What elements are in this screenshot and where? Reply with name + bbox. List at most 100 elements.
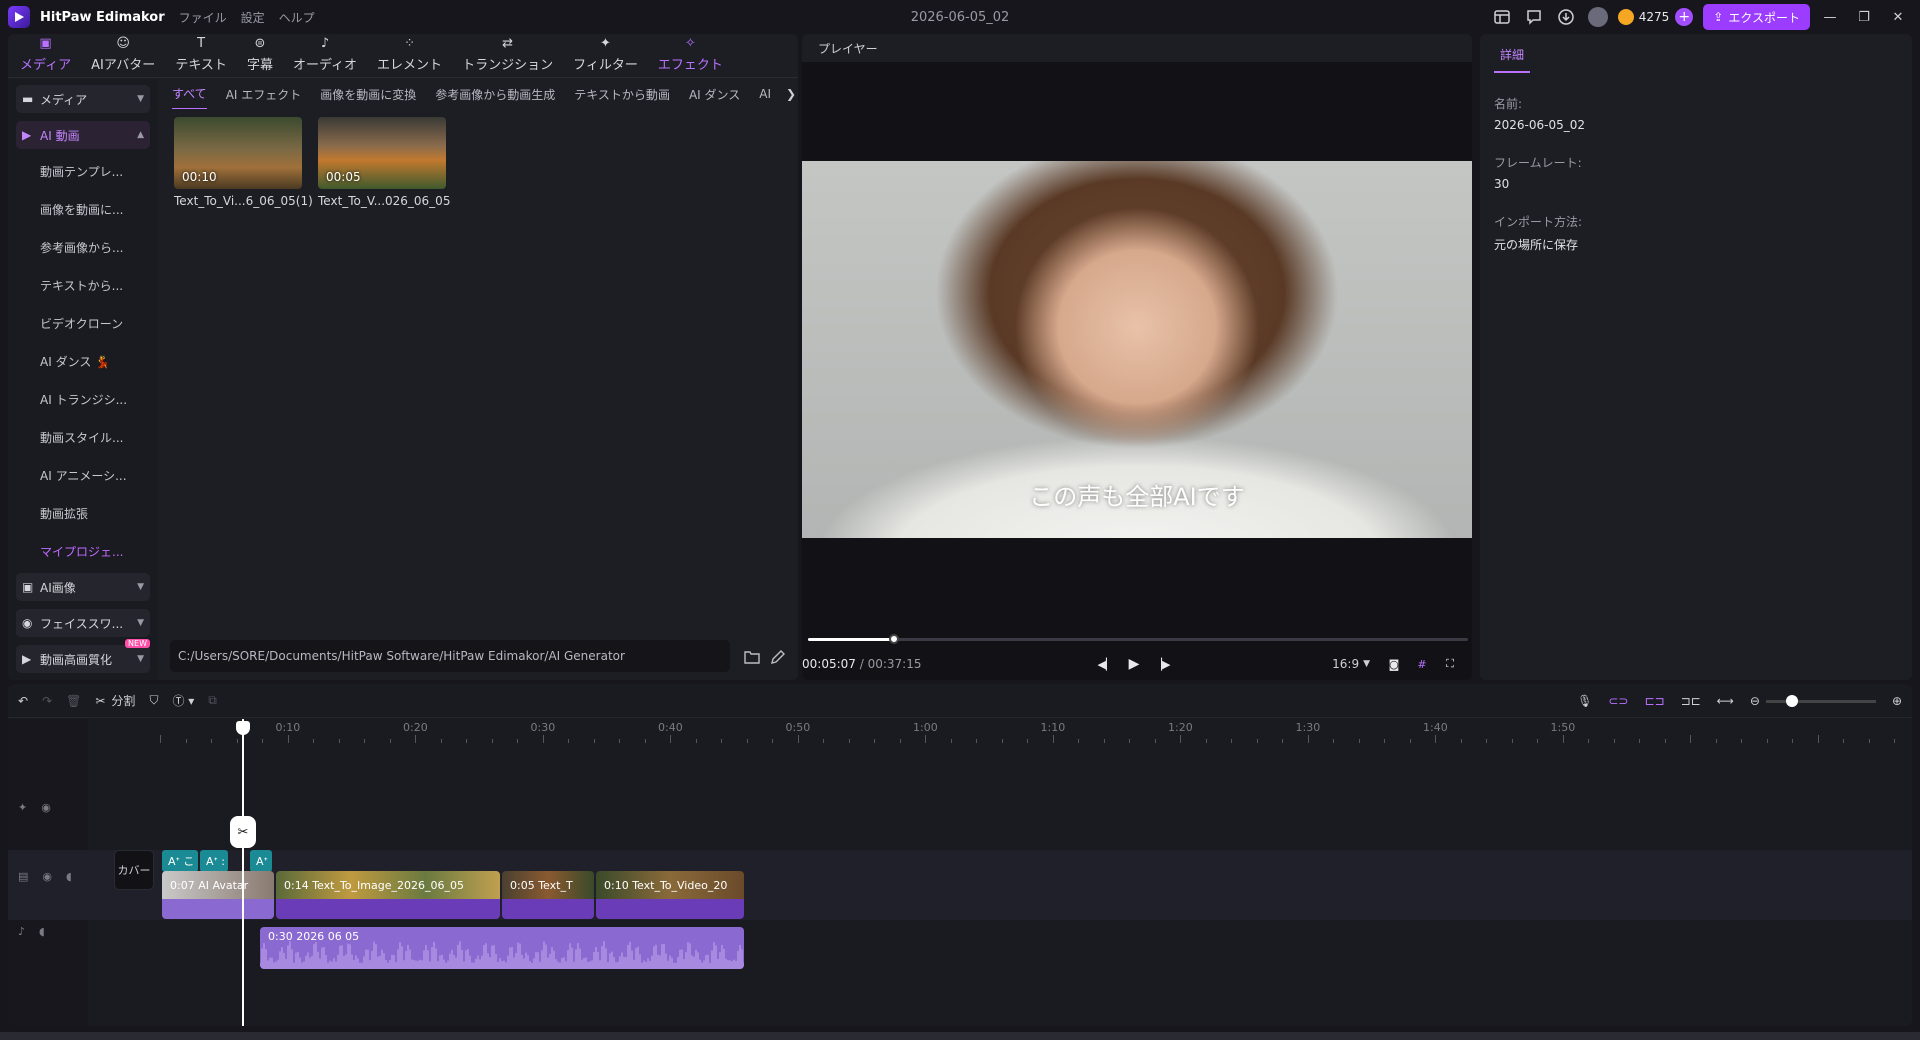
chevron-right-icon[interactable]: ❯ [786, 87, 796, 101]
download-icon[interactable] [1555, 6, 1577, 28]
menu-settings[interactable]: 設定 [241, 9, 265, 26]
tab-details[interactable]: 詳細 [1494, 46, 1531, 73]
playback-progress[interactable] [808, 634, 1468, 644]
magnet-icon[interactable]: ⊏⊐ [1644, 690, 1664, 712]
user-avatar[interactable] [1587, 6, 1609, 28]
zoom-knob[interactable] [1785, 694, 1798, 707]
filter-tab[interactable]: すべて [172, 79, 207, 109]
media-thumbnail[interactable]: 00:10 Text_To_Vi...6_06_05(1) [174, 117, 313, 208]
ai-image-icon: ▣ [22, 580, 34, 594]
close-icon[interactable]: ✕ [1884, 4, 1912, 30]
sidebar-item[interactable]: AI アニメーシ... [16, 457, 150, 495]
tab-element[interactable]: ⁘ エレメント [371, 34, 448, 77]
ruler-tick [542, 735, 544, 743]
aspect-ratio-select[interactable]: 16:9 [1332, 657, 1359, 671]
edit-icon[interactable] [768, 647, 788, 667]
tab-filter[interactable]: ✦ フィルター [567, 34, 644, 77]
zoom-slider[interactable] [1765, 694, 1876, 707]
output-path-field[interactable]: C:/Users/SORE/Documents/HitPaw Software/… [170, 640, 730, 672]
timeline-clip-video[interactable]: 0:05 Text_T [502, 871, 594, 919]
timeline-audio-clip[interactable]: 0:30 2026 06 05 [260, 927, 744, 969]
new-badge: NEW [125, 639, 150, 648]
cover-button[interactable]: カバー [114, 850, 154, 890]
video-preview[interactable]: この声も全部AIです [802, 161, 1472, 538]
sidebar-ai-video[interactable]: ▶ AI 動画 ▲ [16, 121, 150, 149]
previous-frame-icon[interactable]: ◀▏ [1096, 654, 1116, 674]
sidebar-item[interactable]: AI ダンス 💃 [16, 343, 150, 381]
playhead-line[interactable] [242, 719, 244, 1026]
eye-icon[interactable]: ◉ [41, 801, 51, 814]
filter-tab[interactable]: AI ダンス [689, 80, 740, 109]
filter-tab[interactable]: 画像を動画に変換 [320, 80, 416, 109]
ripple-icon[interactable]: ⊐⊏ [1681, 690, 1701, 712]
undo-icon[interactable]: ↶ [18, 690, 28, 712]
next-frame-icon[interactable]: ▕▶ [1152, 654, 1172, 674]
sidebar-item[interactable]: AI トランジシ... [16, 381, 150, 419]
microphone-icon[interactable]: 🎙 [1577, 690, 1592, 712]
sidebar-media[interactable]: ▬ メディア ▼ [16, 85, 150, 113]
tts-chip[interactable]: Aᐩ [250, 850, 272, 872]
tab-transition[interactable]: ⇄ トランジション [456, 34, 559, 77]
filter-tab[interactable]: AI [759, 81, 771, 107]
sidebar-item[interactable]: 動画スタイル... [16, 419, 150, 457]
tts-chip[interactable]: Aᐩ : [200, 850, 228, 872]
grid-icon[interactable]: # [1412, 654, 1432, 674]
play-icon[interactable]: ▶ [1124, 654, 1144, 674]
snapshot-icon[interactable]: ◙ [1384, 654, 1404, 674]
sidebar-item[interactable]: 動画拡張 [16, 495, 150, 533]
text-template-icon[interactable]: Ⓣ ▾ [172, 690, 194, 712]
layout-icon[interactable] [1491, 6, 1513, 28]
sidebar-item[interactable]: 画像を動画に... [16, 191, 150, 229]
filter-tab[interactable]: AI エフェクト [226, 80, 302, 109]
sidebar-enhance[interactable]: ▶ 動画高画質化 NEW ▼ [16, 639, 150, 673]
delete-icon[interactable]: 🗑 [66, 690, 81, 712]
fit-icon[interactable]: ⟷ [1717, 690, 1734, 712]
eye-icon[interactable]: ◉ [42, 870, 52, 883]
add-credits-button[interactable]: + [1675, 8, 1694, 26]
sidebar-item[interactable]: 動画テンプレ... [16, 153, 150, 191]
export-button[interactable]: ⇪ エクスポート [1703, 4, 1810, 30]
sidebar-item[interactable]: 参考画像から... [16, 229, 150, 267]
media-sidebar: ▬ メディア ▼ ▶ AI 動画 ▲ 動画テンプレ... 画像を動画に... 参考画像から.… [8, 79, 158, 680]
timeline-clip-video[interactable]: 0:10 Text_To_Video_20 [596, 871, 744, 919]
timeline-ruler[interactable]: 0:10 0:20 0:30 0:40 0:50 1:00 1:10 1:20 1:30 1:40… [160, 719, 1912, 743]
tab-effect[interactable]: ✧ エフェクト [652, 34, 729, 77]
ruler-tick [1562, 735, 1564, 743]
feedback-icon[interactable] [1523, 6, 1545, 28]
filter-tab[interactable]: テキストから動画 [574, 80, 670, 109]
tab-ai-avatar[interactable]: ☺ AIアバター [85, 34, 161, 77]
sidebar-ai-image[interactable]: ▣ AI画像 ▼ [16, 573, 150, 601]
volume-icon[interactable]: ◖ [66, 870, 72, 883]
tab-subtitle[interactable]: ⊜ 字幕 [241, 34, 279, 77]
redo-icon[interactable]: ↷ [42, 690, 52, 712]
restore-icon[interactable]: ❐ [1850, 4, 1878, 30]
menu-help[interactable]: ヘルプ [279, 9, 315, 26]
progress-knob[interactable] [888, 634, 899, 644]
volume-icon[interactable]: ◖ [39, 925, 45, 938]
filter-tab[interactable]: 参考画像から動画生成 [435, 80, 555, 109]
zoom-out-icon[interactable]: ⊖ [1750, 690, 1760, 712]
split-button[interactable]: ✂ 分割 [95, 690, 135, 712]
marker-icon[interactable]: ⛉ [149, 690, 158, 712]
timeline-clip-image[interactable]: 0:14 Text_To_Image_2026_06_05 [276, 871, 500, 919]
sidebar-item[interactable]: ビデオクローン [16, 305, 150, 343]
sidebar-face-swap[interactable]: ◉ フェイススワ... ▼ [16, 609, 150, 637]
sidebar-item[interactable]: マイプロジェ... [16, 533, 150, 571]
playhead-handle[interactable] [236, 721, 250, 735]
zoom-in-icon[interactable]: ⊕ [1892, 690, 1902, 712]
fullscreen-icon[interactable]: ⛶ [1440, 654, 1460, 674]
tab-audio[interactable]: ♪ オーディオ [287, 34, 363, 77]
minimize-icon[interactable]: — [1816, 4, 1844, 30]
sidebar-item[interactable]: テキストから... [16, 267, 150, 305]
menu-file[interactable]: ファイル [179, 9, 227, 26]
playhead-scissors-icon[interactable]: ✂ [230, 816, 256, 848]
ruler-tick [1613, 739, 1615, 743]
tab-text[interactable]: T テキスト [169, 34, 233, 77]
media-thumbnail[interactable]: 00:05 Text_To_V...026_06_05 [318, 117, 450, 208]
tts-chip[interactable]: Aᐩ こ [162, 850, 198, 872]
folder-open-icon[interactable] [742, 647, 762, 667]
tab-media[interactable]: ▣ メディア [14, 34, 77, 77]
timeline-clip-avatar[interactable]: 0:07 AI Avatar [162, 871, 274, 919]
crop-icon[interactable]: ⧉ [208, 690, 217, 712]
link-icon[interactable]: ⊂⊃ [1608, 690, 1628, 712]
